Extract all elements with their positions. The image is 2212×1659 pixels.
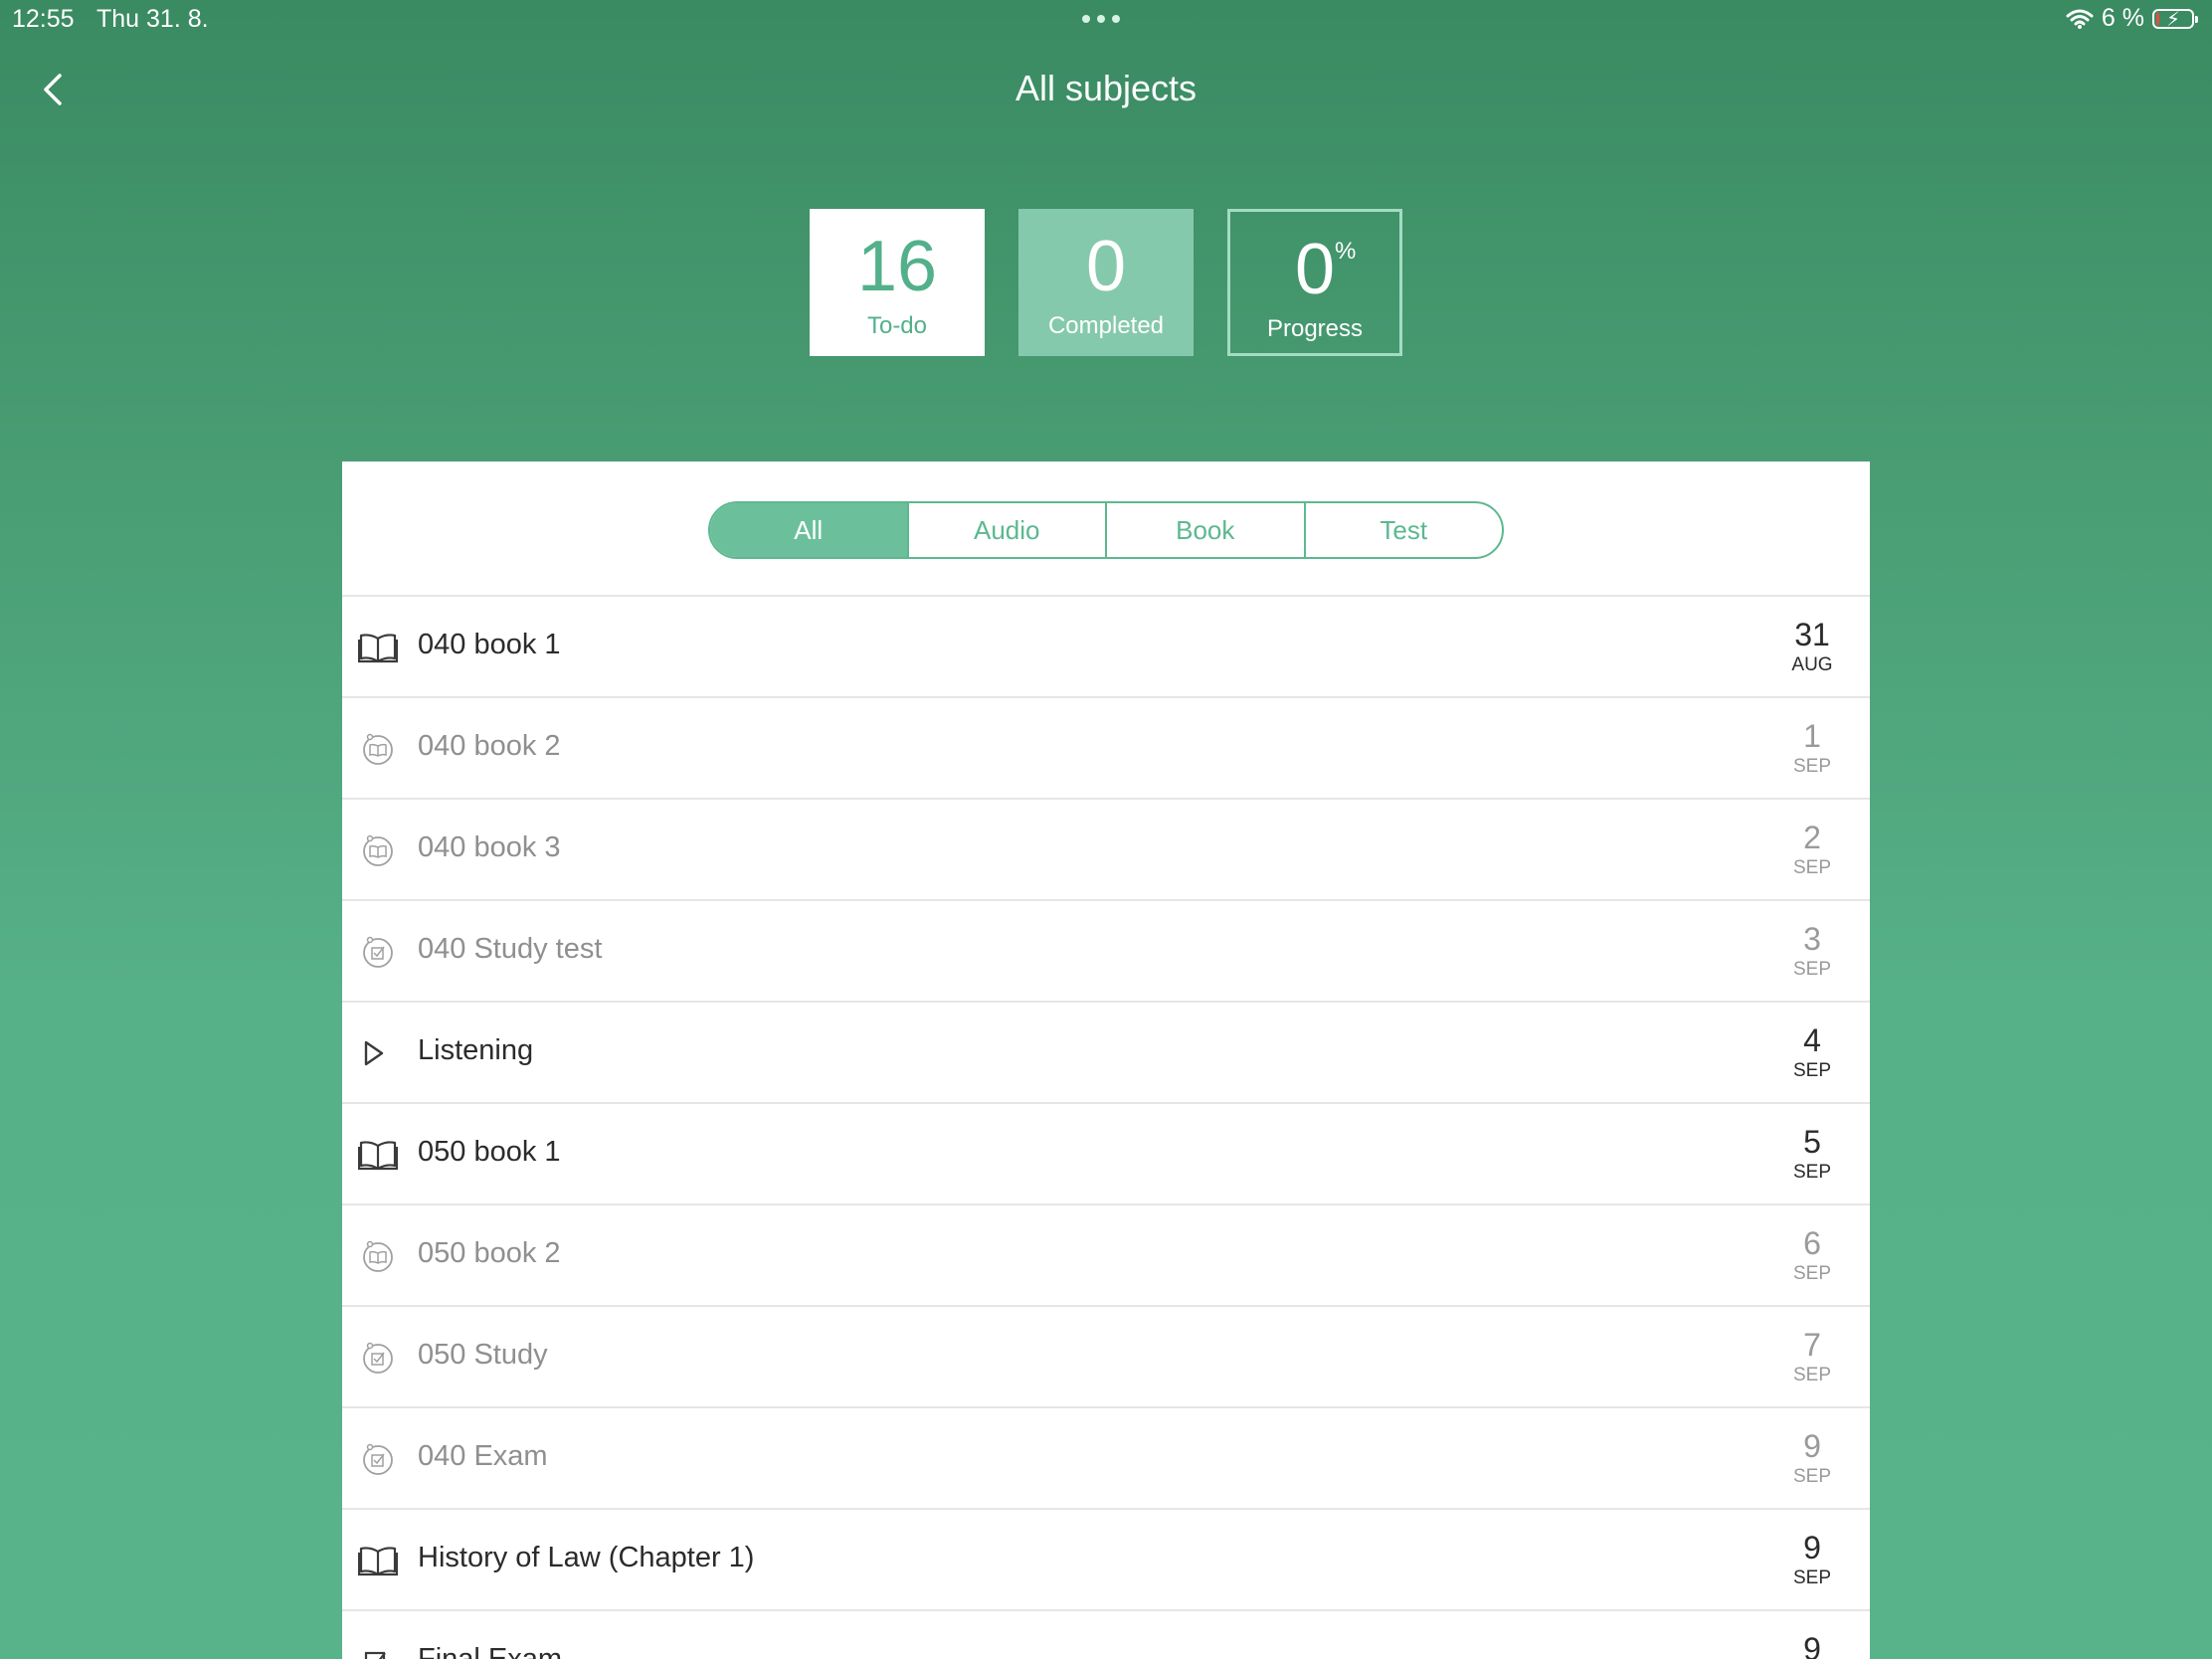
item-date: 3 SEP	[1782, 923, 1842, 981]
item-date: 1 SEP	[1782, 720, 1842, 778]
completed-stat: 0 Completed	[1018, 209, 1194, 356]
item-date: 9SEP	[1782, 1633, 1842, 1659]
list-item[interactable]: 040 book 2 1 SEP	[342, 698, 1870, 800]
todo-count: 16	[856, 227, 938, 306]
item-title: 050 Study	[418, 1339, 548, 1371]
progress-value: 0%	[1294, 230, 1357, 309]
todo-stat: 16 To-do	[810, 209, 985, 356]
filter-tab-book[interactable]: Book	[1105, 503, 1304, 557]
item-date-month: SEP	[1792, 1263, 1832, 1284]
status-date: Thu 31. 8.	[96, 5, 209, 33]
test-icon	[358, 1645, 398, 1659]
item-date-day: 9	[1803, 1428, 1821, 1464]
item-date: 6 SEP	[1782, 1227, 1842, 1285]
status-bar: 12:55 Thu 31. 8. 6 % ⚡	[0, 0, 2212, 40]
item-date: 2 SEP	[1782, 822, 1842, 879]
item-date-day: 9	[1803, 1530, 1821, 1566]
item-date-day: 6	[1803, 1225, 1821, 1261]
item-date-month: SEP	[1792, 1365, 1832, 1385]
locked-test-icon	[358, 1341, 398, 1375]
item-date-month: SEP	[1792, 1466, 1832, 1487]
item-date-day: 1	[1803, 718, 1821, 754]
item-title: 050 book 1	[418, 1136, 561, 1168]
list-item[interactable]: Listening 4 SEP	[342, 1003, 1870, 1104]
item-date-month: AUG	[1791, 654, 1833, 675]
subjects-card: All Audio Book Test 040 book 1 31 AUG 040 b…	[342, 461, 1870, 1659]
completed-label: Completed	[1047, 312, 1165, 339]
item-date-month: SEP	[1792, 857, 1832, 878]
item-date: 9SEP	[1782, 1532, 1842, 1589]
locked-book-icon	[358, 833, 398, 867]
item-date: 31 AUG	[1782, 619, 1842, 676]
item-title: 050 book 2	[418, 1237, 561, 1269]
item-date: 5 SEP	[1782, 1126, 1842, 1184]
item-title: 040 Exam	[418, 1440, 548, 1472]
item-date-month: SEP	[1792, 1567, 1832, 1588]
wifi-icon	[2066, 9, 2094, 29]
item-title: 040 Study test	[418, 933, 603, 965]
item-date-day: 3	[1803, 921, 1821, 957]
percent-unit: %	[1335, 238, 1357, 265]
status-right: 6 % ⚡	[2066, 4, 2198, 33]
list-item[interactable]: 040 book 3 2 SEP	[342, 800, 1870, 901]
list-item[interactable]: 050 Study 7 SEP	[342, 1307, 1870, 1408]
list-item[interactable]: 040 Exam 9 SEP	[342, 1408, 1870, 1510]
list-item[interactable]: 040 book 1 31 AUG	[342, 597, 1870, 698]
list-item[interactable]: 050 book 1 5 SEP	[342, 1104, 1870, 1205]
page-title: All subjects	[1014, 68, 1198, 108]
list-item[interactable]: 050 book 2 6 SEP	[342, 1205, 1870, 1307]
list-item[interactable]: 040 Study test 3 SEP	[342, 901, 1870, 1003]
filter-tab-audio[interactable]: Audio	[906, 503, 1106, 557]
item-date: 9SEP	[1782, 1430, 1842, 1488]
todo-label: To-do	[866, 312, 928, 339]
item-date-day: 7	[1803, 1327, 1821, 1363]
item-title: 040 book 3	[418, 831, 561, 863]
item-title: History of Law (Chapter 1)	[418, 1542, 755, 1573]
item-date-day: 2	[1803, 820, 1821, 855]
item-title: Listening	[418, 1034, 534, 1066]
subject-list: 040 book 1 31 AUG 040 book 2 1 SEP 040 book 32…	[342, 595, 1870, 1659]
item-date-day: 31	[1794, 617, 1830, 652]
book-icon	[357, 1544, 399, 1577]
battery-icon: ⚡	[2152, 8, 2198, 31]
item-date-month: SEP	[1792, 1162, 1832, 1183]
locked-book-icon	[358, 1239, 398, 1273]
item-date-month: SEP	[1792, 1060, 1832, 1081]
progress-stat: 0% Progress	[1227, 209, 1402, 356]
progress-label: Progress	[1266, 315, 1364, 342]
filter-tab-all[interactable]: All	[710, 503, 907, 557]
list-item[interactable]: Final Exam 9SEP	[342, 1611, 1870, 1659]
item-date: 7 SEP	[1782, 1329, 1842, 1386]
item-title: 040 book 2	[418, 730, 561, 762]
item-date-day: 9	[1803, 1631, 1821, 1659]
completed-count: 0	[1085, 227, 1127, 306]
list-item[interactable]: History of Law (Chapter 1) 9 SEP	[342, 1510, 1870, 1611]
status-time: 12:55	[12, 5, 75, 33]
filter-segmented-control: All Audio Book Test	[708, 501, 1504, 559]
book-icon	[357, 631, 399, 664]
locked-book-icon	[358, 732, 398, 766]
item-date-day: 5	[1803, 1124, 1821, 1160]
item-date-day: 4	[1803, 1022, 1821, 1058]
stats-summary: 16 To-do 0 Completed 0% Progress	[810, 209, 1402, 356]
item-title: Final Exam	[418, 1643, 563, 1659]
filter-tab-test[interactable]: Test	[1303, 503, 1503, 557]
battery-percent: 6 %	[2101, 4, 2144, 32]
item-date-month: SEP	[1792, 959, 1832, 980]
item-date: 4 SEP	[1782, 1024, 1842, 1082]
play-icon	[358, 1036, 398, 1070]
locked-test-icon	[358, 935, 398, 969]
locked-test-icon	[358, 1442, 398, 1476]
item-date-month: SEP	[1792, 756, 1832, 777]
multitasking-dots-icon[interactable]	[1082, 15, 1120, 23]
book-icon	[357, 1138, 399, 1172]
item-title: 040 book 1	[418, 629, 561, 660]
